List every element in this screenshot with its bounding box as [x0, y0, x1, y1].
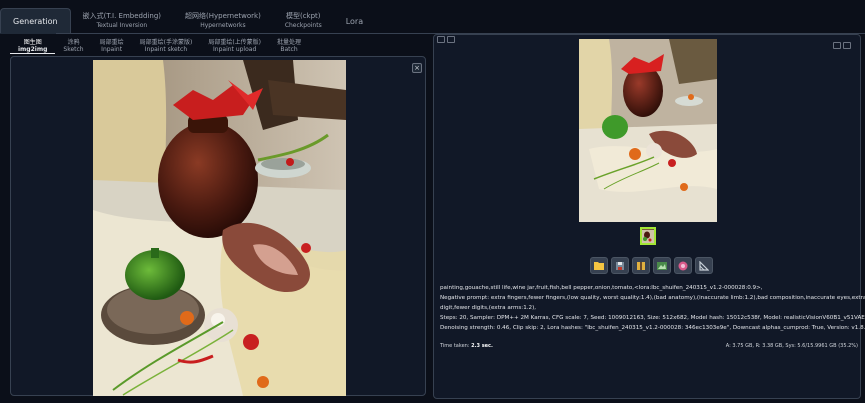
time-taken: Time taken: 2.3 sec.: [440, 343, 493, 349]
input-image-canvas[interactable]: ×: [10, 56, 426, 396]
generated-painting: [579, 39, 717, 222]
tab-hypernetworks[interactable]: 超网络(Hypernetwork) Hypernetworks: [173, 8, 273, 34]
performance-footer: Time taken: 2.3 sec. A: 3.75 GB, R: 3.38…: [440, 343, 858, 349]
zip-icon: [637, 261, 645, 270]
input-image: [93, 60, 346, 396]
open-folder-button[interactable]: [590, 257, 608, 274]
fullscreen-icon[interactable]: [833, 42, 841, 49]
output-header-icons: [437, 36, 455, 43]
image-icon: [437, 36, 445, 43]
tab-lora[interactable]: Lora: [334, 8, 375, 34]
subtab-sketch[interactable]: 涂鸦 Sketch: [55, 38, 91, 54]
save-icon: [616, 261, 624, 270]
send-to-img2img-icon: [657, 261, 667, 270]
subtab-label: 图生图: [23, 38, 42, 46]
output-panel: painting,gouache,still life,wine jar,fru…: [433, 34, 865, 399]
subtab-sublabel: Inpaint sketch: [144, 46, 188, 53]
tab-sublabel: Checkpoints: [284, 22, 322, 29]
close-icon[interactable]: [843, 42, 851, 49]
zip-button[interactable]: [632, 257, 650, 274]
output-action-buttons: [590, 257, 713, 274]
send-to-inpaint-icon: [678, 261, 688, 270]
tab-generation[interactable]: Generation: [0, 8, 71, 34]
folder-icon: [594, 262, 604, 270]
tab-label: 嵌入式(T.I. Embedding): [82, 12, 161, 20]
generation-info: painting,gouache,still life,wine jar,fru…: [440, 283, 865, 333]
subtab-label: 涂鸦: [67, 39, 80, 46]
send-to-extras-button[interactable]: [695, 257, 713, 274]
tab-label: 模型(ckpt): [285, 12, 321, 20]
prompt-text: painting,gouache,still life,wine jar,fru…: [440, 285, 763, 291]
img2img-input-panel: 图生图 img2img 涂鸦 Sketch 局部重绘 Inpaint 局部重绘(手涂蒙…: [2, 36, 430, 399]
save-button[interactable]: [611, 257, 629, 274]
thumbnail-image: [642, 230, 654, 243]
subtab-sublabel: Sketch: [63, 46, 84, 53]
negative-prompt-text: Negative prompt: extra fingers,fewer fin…: [440, 295, 865, 301]
send-to-extras-icon: [699, 260, 709, 271]
subtab-sublabel: Batch: [280, 46, 298, 53]
subtab-inpaint-sketch[interactable]: 局部重绘(手涂蒙版) Inpaint sketch: [132, 38, 201, 54]
subtab-sublabel: Inpaint: [101, 46, 123, 53]
subtab-label: 局部重绘(手涂蒙版): [139, 39, 193, 46]
gallery-thumbnail[interactable]: [640, 227, 656, 245]
subtab-sublabel: Inpaint upload: [213, 46, 257, 53]
send-to-img2img-button[interactable]: [653, 257, 671, 274]
subtab-sublabel: img2img: [18, 45, 48, 53]
subtab-batch[interactable]: 批量处理 Batch: [269, 38, 309, 54]
subtab-label: 局部重绘(上传蒙版): [208, 39, 261, 46]
tab-divider-gap: [0, 33, 56, 34]
subtab-img2img[interactable]: 图生图 img2img: [10, 38, 56, 54]
tab-label: Generation: [13, 17, 58, 26]
main-tab-bar: Generation 嵌入式(T.I. Embedding) Textual In…: [0, 8, 375, 34]
still-life-painting: [93, 60, 346, 396]
subtab-inpaint-upload[interactable]: 局部重绘(上传蒙版) Inpaint upload: [200, 38, 269, 54]
params-text: Steps: 20, Sampler: DPM++ 2M Karras, CFG…: [440, 315, 865, 321]
params-text-cont: Denoising strength: 0.46, Clip skip: 2, …: [440, 325, 865, 331]
send-to-inpaint-button[interactable]: [674, 257, 692, 274]
time-taken-value: 2.3 sec.: [471, 343, 493, 349]
tab-textual-inversion[interactable]: 嵌入式(T.I. Embedding) Textual Inversion: [71, 8, 173, 34]
vram-usage: A: 3.75 GB, R: 3.38 GB, Sys: 5.6/15.9961…: [725, 343, 858, 349]
output-controls: [833, 42, 851, 49]
output-image[interactable]: [579, 39, 717, 222]
tab-checkpoints[interactable]: 模型(ckpt) Checkpoints: [273, 8, 334, 34]
image-icon: [447, 36, 455, 43]
tab-label: 超网络(Hypernetwork): [185, 12, 261, 20]
subtab-label: 批量处理: [277, 39, 302, 46]
subtab-inpaint[interactable]: 局部重绘 Inpaint: [92, 38, 132, 54]
time-taken-label: Time taken:: [440, 343, 470, 349]
close-icon: ×: [414, 64, 420, 72]
negative-prompt-text-cont: digit,fewer digits,(extra arms:1.2),: [440, 305, 537, 311]
tab-label: Lora: [345, 16, 364, 26]
tab-sublabel: Textual Inversion: [96, 22, 148, 29]
clear-image-button[interactable]: ×: [412, 63, 422, 73]
tab-sublabel: Hypernetworks: [200, 22, 246, 29]
img2img-mode-tabs: 图生图 img2img 涂鸦 Sketch 局部重绘 Inpaint 局部重绘(手涂蒙…: [10, 38, 309, 54]
subtab-label: 局部重绘: [99, 39, 124, 46]
